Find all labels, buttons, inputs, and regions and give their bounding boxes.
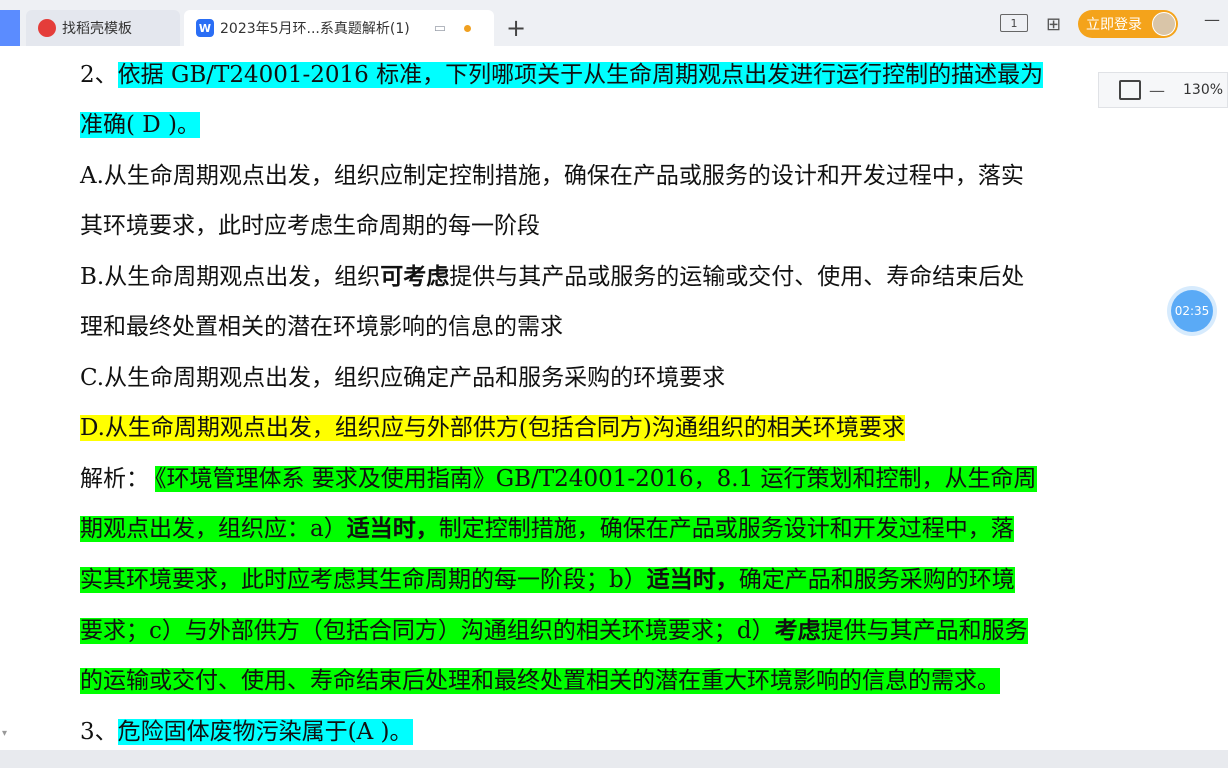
option-b-bold: 可考虑 xyxy=(380,263,450,290)
docer-logo-icon xyxy=(38,19,56,37)
option-d-line: D.从生命周期观点出发，组织应与外部供方(包括合同方)沟通组织的相关环境要求 xyxy=(80,403,905,453)
analysis-label: 解析： xyxy=(80,466,149,492)
zoom-level[interactable]: 130% xyxy=(1183,82,1223,98)
tab-template-store[interactable]: 找稻壳模板 xyxy=(26,10,180,46)
analysis-pre: 要求；c）与外部供方（包括合同方）沟通组织的相关环境要求；d） xyxy=(80,618,775,644)
question-number: 3、 xyxy=(80,719,118,745)
analysis-text: 期观点出发，组织应：a）适当时，制定控制措施，确保在产品或服务设计和开发过程中，… xyxy=(80,515,1014,542)
analysis-text: 的运输或交付、使用、寿命结束后处理和最终处置相关的潜在重大环境影响的信息的需求。 xyxy=(80,668,1000,694)
zoom-control: — 130% xyxy=(1098,72,1228,108)
option-c-line: C.从生命周期观点出发，组织应确定产品和服务采购的环境要求 xyxy=(80,365,726,391)
analysis-pre: 实其环境要求，此时应考虑其生命周期的每一阶段；b） xyxy=(80,567,647,593)
question-number: 2、 xyxy=(80,62,118,88)
question-3-line: 3、危险固体废物污染属于(A )。 xyxy=(80,707,413,750)
analysis-line-1: 解析： 《环境管理体系 要求及使用指南》GB/T24001-2016，8.1 运行… xyxy=(80,454,1037,504)
analysis-line-2: 期观点出发，组织应：a）适当时，制定控制措施，确保在产品或服务设计和开发过程中，… xyxy=(80,504,1014,554)
option-b-line-1: B.从生命周期观点出发，组织可考虑提供与其产品或服务的运输或交付、使用、寿命结束… xyxy=(80,252,1024,302)
question-2-line-2: 准确( D )。 xyxy=(80,100,201,150)
apps-grid-icon[interactable]: ⊞ xyxy=(1046,14,1061,35)
analysis-line-3: 实其环境要求，此时应考虑其生命周期的每一阶段；b）适当时，确定产品和服务采购的环… xyxy=(80,555,1015,605)
analysis-bold: 考虑 xyxy=(774,617,821,644)
scroll-indicator-icon: ▾ xyxy=(2,728,8,739)
option-b-pre: B.从生命周期观点出发，组织 xyxy=(80,264,381,290)
analysis-text: 要求；c）与外部供方（包括合同方）沟通组织的相关环境要求；d）考虑提供与其产品和… xyxy=(80,617,1028,644)
question-text: 危险固体废物污染属于(A )。 xyxy=(117,719,413,745)
new-tab-button[interactable]: + xyxy=(506,14,526,42)
zoom-out-icon[interactable]: — xyxy=(1149,81,1165,100)
question-answer: 准确( D )。 xyxy=(80,112,201,138)
option-b-line-2: 理和最终处置相关的潜在环境影响的信息的需求 xyxy=(80,314,563,340)
status-bar xyxy=(0,750,1228,768)
monitor-icon[interactable]: ▭ xyxy=(434,21,446,36)
question-2-line-1: 2、依据 GB/T24001-2016 标准，下列哪项关于从生命周期观点出发进行… xyxy=(80,50,1044,100)
avatar xyxy=(1152,12,1176,36)
tab-label: 2023年5月环...系真题解析(1) xyxy=(220,21,410,37)
fit-page-icon[interactable] xyxy=(1119,80,1141,100)
analysis-bold: 适当时， xyxy=(346,515,439,542)
analysis-bold: 适当时， xyxy=(646,566,739,593)
analysis-line-4: 要求；c）与外部供方（包括合同方）沟通组织的相关环境要求；d）考虑提供与其产品和… xyxy=(80,606,1028,656)
minimize-icon[interactable]: — xyxy=(1204,10,1220,29)
analysis-line-5: 的运输或交付、使用、寿命结束后处理和最终处置相关的潜在重大环境影响的信息的需求。 xyxy=(80,656,1000,706)
tab-bar: 找稻壳模板 W 2023年5月环...系真题解析(1) ▭ + 1 ⊞ 立即登录… xyxy=(0,0,1228,47)
unsaved-dot-icon xyxy=(464,24,472,32)
analysis-text: 《环境管理体系 要求及使用指南》GB/T24001-2016，8.1 运行策划和… xyxy=(155,466,1037,492)
analysis-post: 提供与其产品和服务 xyxy=(820,618,1028,644)
option-a-line-2: 其环境要求，此时应考虑生命周期的每一阶段 xyxy=(80,213,540,239)
analysis-post: 确定产品和服务采购的环境 xyxy=(738,567,1015,593)
timer-badge[interactable]: 02:35 xyxy=(1171,290,1213,332)
document-canvas[interactable]: 2、依据 GB/T24001-2016 标准，下列哪项关于从生命周期观点出发进行… xyxy=(0,46,1228,750)
tab-label: 找稻壳模板 xyxy=(62,21,132,37)
login-label: 立即登录 xyxy=(1086,17,1142,33)
login-button[interactable]: 立即登录 xyxy=(1078,10,1178,38)
question-text: 依据 GB/T24001-2016 标准，下列哪项关于从生命周期观点出发进行运行… xyxy=(117,62,1044,88)
option-b-post: 提供与其产品或服务的运输或交付、使用、寿命结束后处 xyxy=(449,264,1025,290)
analysis-pre: 期观点出发，组织应：a） xyxy=(80,516,347,542)
tab-document[interactable]: W 2023年5月环...系真题解析(1) ▭ xyxy=(184,10,494,46)
option-d-text: D.从生命周期观点出发，组织应与外部供方(包括合同方)沟通组织的相关环境要求 xyxy=(80,415,905,441)
wps-writer-icon: W xyxy=(196,19,214,37)
analysis-post: 制定控制措施，确保在产品或服务设计和开发过程中，落 xyxy=(438,516,1014,542)
option-a-line-1: A.从生命周期观点出发，组织应制定控制措施，确保在产品或服务的设计和开发过程中，… xyxy=(80,163,1024,189)
home-accent[interactable] xyxy=(0,10,20,46)
reading-view-icon[interactable]: 1 xyxy=(1000,14,1028,32)
analysis-text: 实其环境要求，此时应考虑其生命周期的每一阶段；b）适当时，确定产品和服务采购的环… xyxy=(80,566,1015,593)
